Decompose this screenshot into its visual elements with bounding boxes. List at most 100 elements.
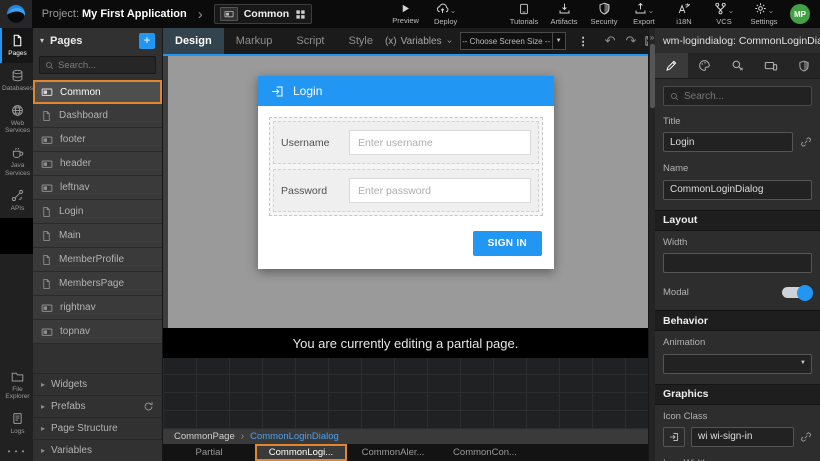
more-menu-icon[interactable]: ⋮ bbox=[573, 35, 594, 48]
page-list-item-topnav[interactable]: topnav bbox=[33, 320, 162, 344]
pages-search-input[interactable] bbox=[58, 60, 150, 71]
page-list-item-leftnav[interactable]: leftnav bbox=[33, 176, 162, 200]
bind-link-icon[interactable] bbox=[800, 136, 812, 148]
rail-item-databases[interactable]: Databases bbox=[0, 63, 33, 98]
bottom-tab-partial[interactable]: Partial bbox=[163, 444, 255, 461]
page-icon bbox=[41, 206, 52, 218]
artifacts-button[interactable]: Artifacts bbox=[544, 2, 584, 26]
animation-select[interactable]: ▼ bbox=[663, 353, 812, 374]
tab-devices[interactable] bbox=[754, 53, 787, 78]
tab-properties[interactable] bbox=[655, 53, 688, 78]
upload-tray-icon bbox=[634, 2, 647, 15]
name-field-input[interactable] bbox=[663, 180, 812, 200]
dialog-header[interactable]: Login bbox=[258, 76, 554, 106]
username-input[interactable] bbox=[349, 130, 531, 155]
undo-button[interactable]: ↶ bbox=[600, 33, 621, 49]
preview-button[interactable]: Preview bbox=[386, 3, 426, 25]
variables-button[interactable]: (x) Variables bbox=[385, 36, 453, 47]
partial-page-notice: You are currently editing a partial page… bbox=[163, 328, 648, 358]
pages-panel-header: ▾ Pages + bbox=[33, 28, 162, 53]
modal-toggle[interactable] bbox=[782, 287, 812, 298]
chevron-down-icon bbox=[450, 9, 456, 15]
page-list-item-header[interactable]: header bbox=[33, 152, 162, 176]
breadcrumb-parent[interactable]: CommonPage bbox=[174, 431, 235, 442]
page-list-item-main[interactable]: Main bbox=[33, 224, 162, 248]
rail-item-logs[interactable]: Logs bbox=[0, 406, 33, 441]
tab-markup[interactable]: Markup bbox=[224, 28, 285, 54]
section-layout[interactable]: Layout bbox=[655, 210, 820, 231]
caret-down-icon[interactable]: ▾ bbox=[40, 36, 44, 45]
deploy-button[interactable]: Deploy bbox=[426, 3, 466, 26]
rail-item-apis[interactable]: APIs bbox=[0, 183, 33, 218]
properties-search-input[interactable] bbox=[684, 91, 805, 102]
vcs-button[interactable]: VCS bbox=[704, 3, 744, 26]
animation-select-input[interactable] bbox=[663, 354, 812, 374]
bottom-tab-commonlogindialog[interactable]: CommonLogi... bbox=[255, 444, 347, 461]
tab-styles[interactable] bbox=[688, 53, 721, 78]
caret-right-icon: ▸ bbox=[41, 424, 45, 433]
page-list-item-footer[interactable]: footer bbox=[33, 128, 162, 152]
i18n-button[interactable]: i18N bbox=[664, 2, 704, 26]
page-selector-dropdown[interactable]: Common bbox=[214, 4, 313, 24]
add-page-button[interactable]: + bbox=[139, 33, 155, 49]
refresh-icon[interactable] bbox=[143, 401, 154, 412]
security-button[interactable]: Security bbox=[584, 2, 624, 26]
rail-item-file-explorer[interactable]: File Explorer bbox=[0, 364, 33, 407]
page-list-item-login[interactable]: Login bbox=[33, 200, 162, 224]
design-canvas[interactable]: Login Username Password bbox=[163, 54, 648, 328]
bind-link-icon[interactable] bbox=[800, 431, 812, 443]
section-widgets[interactable]: ▸ Widgets bbox=[33, 373, 162, 395]
password-input[interactable] bbox=[349, 178, 531, 203]
redo-button[interactable]: ↷ bbox=[621, 33, 642, 49]
select-caret-icon: ▼ bbox=[800, 360, 806, 366]
tab-design[interactable]: Design bbox=[163, 28, 224, 54]
width-field-input[interactable] bbox=[663, 253, 812, 273]
section-behavior[interactable]: Behavior bbox=[655, 310, 820, 331]
rail-item-web-services[interactable]: Web Services bbox=[0, 98, 33, 141]
section-page-structure[interactable]: ▸ Page Structure bbox=[33, 417, 162, 439]
tab-style[interactable]: Style bbox=[337, 28, 385, 54]
canvas-left-gutter bbox=[163, 56, 168, 328]
canvas-scrollbar[interactable]: » bbox=[648, 28, 655, 461]
breadcrumb-current[interactable]: CommonLoginDialog bbox=[250, 431, 339, 442]
expand-panel-icon[interactable]: » bbox=[650, 28, 654, 44]
tutorials-button[interactable]: Tutorials bbox=[504, 3, 544, 26]
page-list-item-rightnav[interactable]: rightnav bbox=[33, 296, 162, 320]
icon-class-input[interactable] bbox=[691, 427, 794, 447]
rail-item-pages[interactable]: Pages bbox=[0, 28, 33, 63]
bottom-tab-commonalertdialog[interactable]: CommonAler... bbox=[347, 444, 439, 461]
page-list-item-memberspage[interactable]: MembersPage bbox=[33, 272, 162, 296]
shield-outline-icon bbox=[798, 60, 810, 72]
section-variables[interactable]: ▸ Variables bbox=[33, 439, 162, 461]
tab-inspect[interactable] bbox=[721, 53, 754, 78]
login-dialog-widget[interactable]: Login Username Password bbox=[258, 76, 554, 269]
export-button[interactable]: Export bbox=[624, 3, 664, 26]
more-options-icon[interactable]: • • • bbox=[0, 441, 33, 461]
tab-security[interactable] bbox=[787, 53, 820, 78]
sign-in-icon bbox=[669, 432, 679, 442]
dialog-form-container[interactable]: Username Password bbox=[269, 117, 543, 216]
page-list-item-dashboard[interactable]: Dashboard bbox=[33, 104, 162, 128]
section-graphics[interactable]: Graphics bbox=[655, 384, 820, 405]
title-field-label: Title bbox=[663, 116, 812, 127]
page-list-item-memberprofile[interactable]: MemberProfile bbox=[33, 248, 162, 272]
scrollbar-thumb[interactable] bbox=[650, 44, 655, 108]
rail-item-java-services[interactable]: Java Services bbox=[0, 140, 33, 183]
password-form-row[interactable]: Password bbox=[273, 169, 539, 212]
sign-in-button[interactable]: SIGN IN bbox=[473, 231, 542, 256]
play-icon bbox=[400, 3, 411, 14]
page-selector-value: Common bbox=[244, 8, 290, 20]
page-list-item-common[interactable]: Common bbox=[33, 80, 162, 104]
project-name: My First Application bbox=[82, 8, 187, 20]
user-avatar[interactable]: MP bbox=[790, 4, 810, 24]
chevron-down-icon bbox=[648, 9, 654, 15]
bottom-tab-commonconfirmdialog[interactable]: CommonCon... bbox=[439, 444, 531, 461]
globe-icon bbox=[11, 104, 24, 117]
title-field-input[interactable] bbox=[663, 132, 793, 152]
section-prefabs[interactable]: ▸ Prefabs bbox=[33, 395, 162, 417]
username-form-row[interactable]: Username bbox=[273, 121, 539, 164]
app-logo[interactable] bbox=[0, 0, 32, 28]
screen-size-select[interactable]: -- Choose Screen Size -- ▼ bbox=[460, 32, 566, 50]
tab-script[interactable]: Script bbox=[284, 28, 336, 54]
settings-button[interactable]: Settings bbox=[744, 3, 784, 26]
